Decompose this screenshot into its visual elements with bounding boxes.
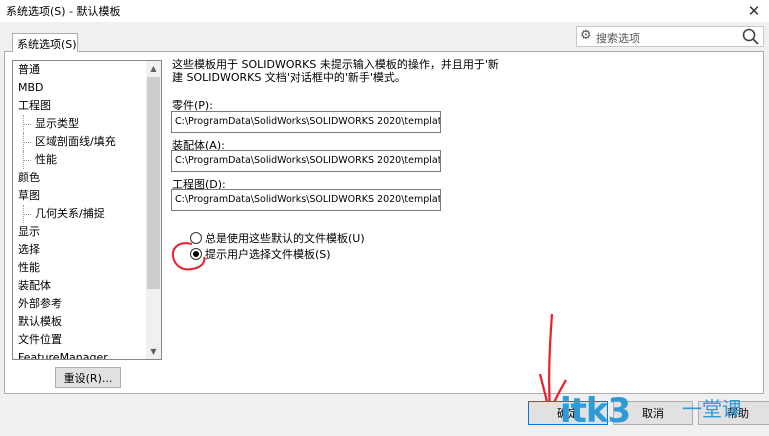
search-icon[interactable]	[742, 28, 759, 48]
close-button[interactable]: ✕	[739, 0, 769, 22]
nav-item[interactable]: 显示类型	[13, 115, 148, 133]
search-placeholder: 搜索选项	[596, 32, 640, 45]
scroll-down-button[interactable]: ▼	[146, 344, 161, 359]
radio-prompt-user[interactable]: 提示用户选择文件模板(S)	[190, 246, 331, 262]
nav-item[interactable]: 外部参考	[13, 295, 148, 313]
radio-always-label: 总是使用这些默认的文件模板(U)	[205, 232, 365, 245]
nav-item[interactable]: 性能	[13, 151, 148, 169]
window-title: 系统选项(S) - 默认模板	[6, 5, 121, 18]
nav-item[interactable]: MBD	[13, 79, 148, 97]
drawing-template-field[interactable]: C:\ProgramData\SolidWorks\SOLIDWORKS 202…	[171, 189, 441, 211]
nav-item[interactable]: 工程图	[13, 97, 148, 115]
nav-item[interactable]: 默认模板	[13, 313, 148, 331]
description: 这些模板用于 SOLIDWORKS 未提示输入模板的操作，并且用于'新 建 SO…	[172, 58, 512, 84]
options-tree-items: 普通 MBD 工程图 显示类型 区域剖面线/填充 性能 颜色 草图 几何关系/捕捉 显示 选择 性能装…	[13, 61, 148, 359]
nav-item[interactable]: 区域剖面线/填充	[13, 133, 148, 151]
chevron-up-icon: ▲	[150, 64, 157, 73]
gear-icon[interactable]: ⚙	[580, 28, 592, 43]
description-line-1: 这些模板用于 SOLIDWORKS 未提示输入模板的操作，并且用于'新	[172, 58, 499, 71]
nav-item[interactable]: 装配体	[13, 277, 148, 295]
options-tree[interactable]: 普通 MBD 工程图 显示类型 区域剖面线/填充 性能 颜色 草图 几何关系/捕捉 显示 选择 性能装…	[12, 60, 162, 360]
nav-item[interactable]: FeatureManager	[13, 349, 148, 359]
description-line-2: 建 SOLIDWORKS 文档'对话框中的'新手'模式。	[172, 71, 406, 84]
watermark-sub: 一堂课	[682, 397, 742, 421]
watermark-logo: itk3 一堂课	[560, 391, 769, 436]
nav-item[interactable]: 文件位置	[13, 331, 148, 349]
annotation-circle	[171, 242, 206, 271]
close-icon: ✕	[747, 2, 761, 20]
nav-item[interactable]: 草图	[13, 187, 148, 205]
nav-item[interactable]: 几何关系/捕捉	[13, 205, 148, 223]
radio-always-default[interactable]: 总是使用这些默认的文件模板(U)	[190, 230, 365, 246]
scrollbar[interactable]: ▲ ▼	[146, 61, 161, 359]
chevron-down-icon: ▼	[150, 347, 157, 356]
search-input[interactable]: ⚙ 搜索选项	[576, 26, 764, 47]
nav-item[interactable]: 普通	[13, 61, 148, 79]
nav-item[interactable]: 选择	[13, 241, 148, 259]
tab-system-options[interactable]: 系统选项(S)	[12, 33, 78, 52]
reset-button[interactable]: 重设(R)...	[55, 367, 121, 388]
scroll-up-button[interactable]: ▲	[146, 61, 161, 76]
title-bar: 系统选项(S) - 默认模板 ✕	[0, 0, 769, 22]
nav-item[interactable]: 性能	[13, 259, 148, 277]
part-template-field[interactable]: C:\ProgramData\SolidWorks\SOLIDWORKS 202…	[171, 111, 441, 133]
nav-item[interactable]: 颜色	[13, 169, 148, 187]
watermark-text: itk3	[560, 391, 631, 431]
scroll-thumb[interactable]	[147, 77, 160, 289]
radio-prompt-label: 提示用户选择文件模板(S)	[205, 248, 331, 261]
assembly-template-field[interactable]: C:\ProgramData\SolidWorks\SOLIDWORKS 202…	[171, 150, 441, 172]
nav-item[interactable]: 显示	[13, 223, 148, 241]
